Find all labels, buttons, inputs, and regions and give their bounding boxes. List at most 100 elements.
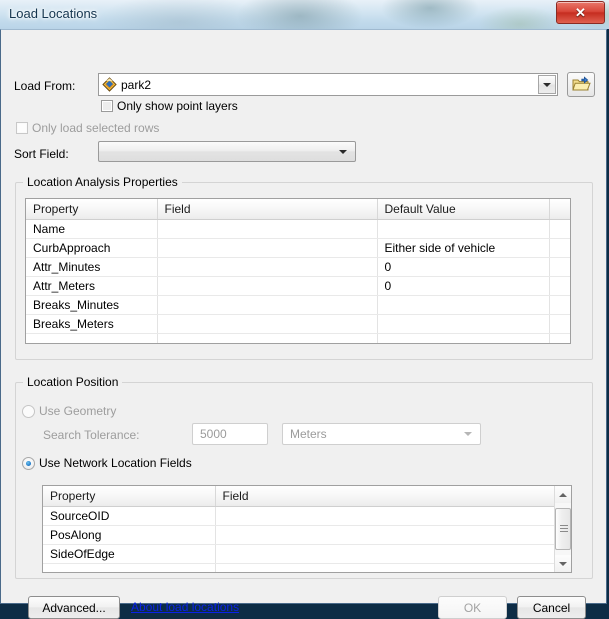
cell-field[interactable] [215,563,556,572]
close-icon: ✕ [575,5,586,20]
cancel-button[interactable]: Cancel [517,596,586,619]
cell-field[interactable] [157,257,378,277]
table-row: SourceOID [43,506,556,526]
cell-field[interactable] [157,295,378,315]
cell-default-value[interactable] [377,295,550,315]
table-row [26,333,570,343]
triangle-down-icon [559,561,567,566]
table-row: Name [26,219,570,239]
cell-property[interactable]: Attr_Minutes [26,257,158,277]
load-locations-dialog: Load From: park2 Only show point layers [0,29,607,619]
cell-property[interactable]: Breaks_Meters [26,314,158,334]
cell-property[interactable]: Name [26,219,158,239]
table-row: Breaks_Minutes [26,295,570,315]
cell-default-value[interactable] [377,314,550,334]
network-fields-table-element: Property Field SourceOID PosAlong SideOf… [43,486,556,572]
cell-field[interactable] [157,219,378,239]
search-tolerance-units-value: Meters [290,427,327,441]
ok-button: OK [438,596,507,619]
cell-spacer [549,333,570,343]
cell-property[interactable]: CurbApproach [26,238,158,258]
column-header-spacer[interactable] [549,199,570,220]
use-geometry-label: Use Geometry [39,404,117,418]
cell-spacer [549,295,570,315]
use-network-location-fields-radio[interactable] [22,457,35,470]
location-analysis-properties-title: Location Analysis Properties [23,175,182,189]
cell-field[interactable] [157,314,378,334]
table-row: CurbApproach Either side of vehicle [26,238,570,258]
triangle-up-icon [559,492,567,497]
scrollbar-down-button[interactable] [555,555,571,572]
search-tolerance-input[interactable]: 5000 [192,423,268,445]
sort-field-label: Sort Field: [14,147,69,161]
network-fields-table-body: SourceOID PosAlong SideOfEdge [43,506,556,572]
cell-default-value[interactable]: 0 [377,276,550,296]
scrollbar-thumb[interactable] [555,508,571,550]
only-show-point-layers-checkbox[interactable] [101,100,113,112]
use-network-location-fields-label: Use Network Location Fields [39,456,192,470]
cell-field[interactable] [157,276,378,296]
cell-property[interactable] [43,563,216,572]
column-header-property[interactable]: Property [43,486,216,507]
cell-property[interactable]: PosAlong [43,525,216,545]
window-title: Load Locations [9,6,98,21]
cell-property[interactable]: SideOfEdge [43,544,216,564]
only-load-selected-rows-label: Only load selected rows [32,121,160,135]
cell-default-value[interactable] [377,333,550,343]
browse-folder-button[interactable] [567,72,595,97]
column-header-default-value[interactable]: Default Value [377,199,550,220]
location-analysis-table-body: Name CurbApproach Either side of vehicle … [26,219,570,343]
chevron-down-icon [464,432,472,436]
table-row [43,563,556,572]
advanced-button[interactable]: Advanced... [28,596,120,619]
table-row: Breaks_Meters [26,314,570,334]
cell-property[interactable] [26,333,158,343]
cell-field[interactable] [215,506,556,526]
cell-field[interactable] [157,238,378,258]
search-tolerance-units-combobox[interactable]: Meters [282,423,481,445]
network-fields-scrollbar[interactable] [554,486,571,572]
open-folder-icon [571,76,591,91]
table-row: PosAlong [43,525,556,545]
network-location-fields-table[interactable]: Property Field SourceOID PosAlong SideOf… [42,485,572,573]
point-layer-diamond-icon [102,77,117,92]
cell-spacer [549,238,570,258]
cell-field[interactable] [215,544,556,564]
location-analysis-properties-table[interactable]: Property Field Default Value Name CurbAp… [25,198,571,344]
close-button[interactable]: ✕ [556,1,605,24]
cell-property[interactable]: Breaks_Minutes [26,295,158,315]
only-load-selected-rows-checkbox [16,122,28,134]
column-header-field[interactable]: Field [157,199,378,220]
load-from-combobox[interactable]: park2 [98,73,558,96]
location-analysis-table-element: Property Field Default Value Name CurbAp… [26,199,570,343]
location-position-title: Location Position [23,375,123,389]
grip-icon [560,525,568,533]
cell-default-value[interactable]: Either side of vehicle [377,238,550,258]
cell-property[interactable]: Attr_Meters [26,276,158,296]
about-load-locations-link[interactable]: About load locations [131,600,239,614]
search-tolerance-label: Search Tolerance: [43,428,140,442]
load-from-dropdown-arrow[interactable] [538,75,556,94]
column-header-property[interactable]: Property [26,199,158,220]
cell-property[interactable]: SourceOID [43,506,216,526]
table-header-row: Property Field [43,486,556,507]
title-bar[interactable]: Load Locations ✕ [0,0,609,29]
load-from-value: park2 [121,77,152,92]
cell-field[interactable] [215,525,556,545]
use-geometry-radio[interactable] [22,405,35,418]
table-row: Attr_Minutes 0 [26,257,570,277]
only-show-point-layers-label: Only show point layers [117,99,238,113]
cell-default-value[interactable] [377,219,550,239]
chevron-down-icon [543,82,551,87]
cell-spacer [549,219,570,239]
cell-spacer [549,314,570,334]
cell-default-value[interactable]: 0 [377,257,550,277]
table-row: SideOfEdge [43,544,556,564]
scrollbar-up-button[interactable] [555,486,571,503]
cell-field[interactable] [157,333,378,343]
column-header-field[interactable]: Field [215,486,556,507]
cell-spacer [549,276,570,296]
sort-field-combobox[interactable] [98,141,356,162]
load-from-label: Load From: [14,79,76,93]
chevron-down-icon [339,149,347,154]
